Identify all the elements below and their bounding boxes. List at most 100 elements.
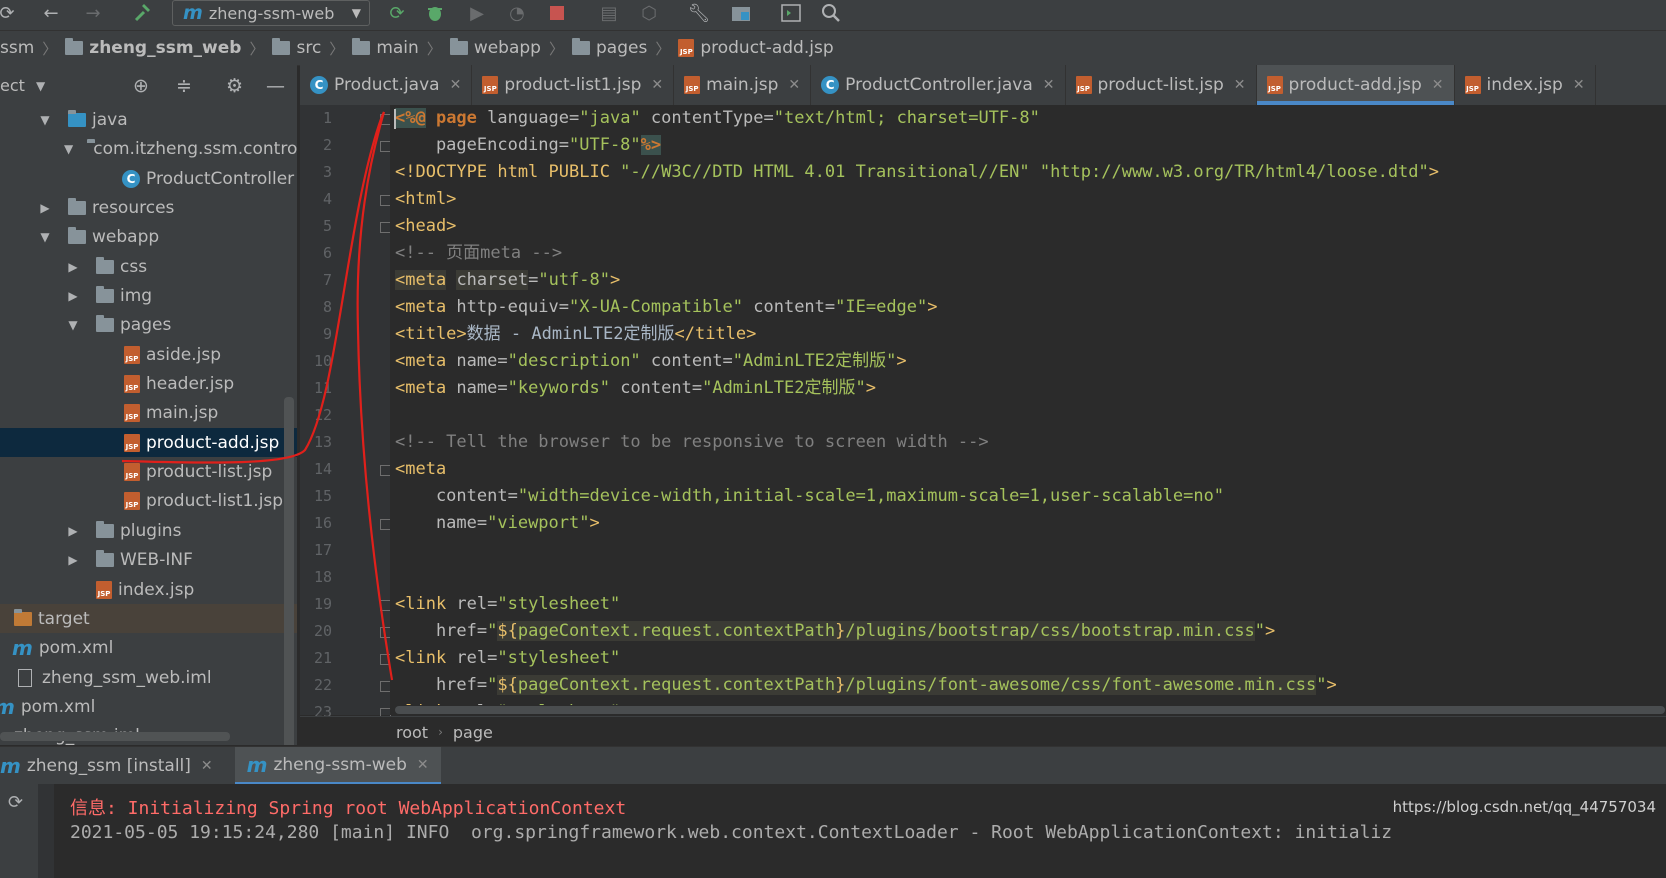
tree-item-resources[interactable]: ▶ resources: [0, 193, 297, 222]
line-number: 1: [322, 109, 332, 127]
close-icon[interactable]: ✕: [450, 77, 462, 93]
tab-productcontroller-java[interactable]: C ProductController.java ✕: [811, 65, 1066, 105]
profile-icon[interactable]: ◔: [506, 2, 528, 24]
tab-main-jsp[interactable]: JSP main.jsp ✕: [674, 65, 812, 105]
tree-item-productcontroller[interactable]: C ProductController: [0, 164, 297, 193]
project-structure-icon[interactable]: [730, 2, 752, 24]
breadcrumb-item[interactable]: page: [453, 723, 493, 742]
sync-icon[interactable]: ⟳: [0, 2, 15, 24]
crumb-project[interactable]: ssm 〉: [0, 38, 65, 59]
line-number: 17: [313, 541, 332, 559]
build-hammer-icon[interactable]: [132, 2, 154, 24]
crumb-file[interactable]: JSP product-add.jsp: [678, 38, 834, 58]
code-line: name="viewport">: [395, 510, 600, 537]
tab-product-add-jsp[interactable]: JSP product-add.jsp ✕: [1256, 65, 1455, 105]
close-icon[interactable]: ✕: [417, 757, 429, 773]
editor-hscrollbar[interactable]: [390, 705, 1666, 715]
tree-item-product-list-jsp[interactable]: JSP product-list.jsp: [0, 457, 297, 486]
triangle-collapsed-icon[interactable]: ▶: [36, 201, 54, 215]
tab-product-list-jsp[interactable]: JSP product-list.jsp ✕: [1066, 65, 1257, 105]
iml-file-icon: [18, 668, 32, 687]
tree-item-css[interactable]: ▶ css: [0, 252, 297, 281]
settings-wrench-icon[interactable]: 🔧︎: [688, 2, 711, 24]
close-icon[interactable]: ✕: [201, 758, 213, 774]
project-view-label[interactable]: ect: [0, 76, 25, 95]
crumb-main[interactable]: main 〉: [352, 38, 450, 59]
chevron-down-icon[interactable]: ▼: [36, 79, 45, 93]
run-config-label: zheng-ssm-web: [208, 3, 335, 23]
jsp-file-icon: JSP: [678, 39, 695, 57]
triangle-expanded-icon[interactable]: ▼: [36, 113, 54, 127]
code-line: <meta name="description" content="AdminL…: [395, 348, 907, 375]
tree-item-java[interactable]: ▼ java: [0, 105, 297, 134]
collapse-all-icon[interactable]: ≑: [176, 75, 192, 97]
triangle-expanded-icon[interactable]: ▼: [64, 318, 82, 332]
triangle-collapsed-icon[interactable]: ▶: [64, 289, 82, 303]
rerun-icon[interactable]: ⟳: [386, 2, 408, 24]
code-token: ": [487, 675, 498, 695]
tree-item-plugins[interactable]: ▶ plugins: [0, 516, 297, 545]
dump-icon[interactable]: ▤: [598, 2, 620, 24]
refresh-icon[interactable]: ⟳: [8, 792, 23, 813]
tree-item-index-jsp[interactable]: JSP index.jsp: [0, 575, 297, 604]
run-tab-label: zheng-ssm-web: [273, 754, 407, 775]
tree-item-pom-xml[interactable]: m pom.xml: [0, 633, 297, 662]
tree-item-web-inf[interactable]: ▶ WEB-INF: [0, 545, 297, 574]
close-icon[interactable]: ✕: [1234, 77, 1246, 93]
debug-bug-icon[interactable]: [424, 2, 446, 24]
search-icon[interactable]: [820, 2, 842, 24]
tab-product-list1-jsp[interactable]: JSP product-list1.jsp ✕: [472, 65, 675, 105]
tree-item-label: pom.xml: [38, 637, 114, 658]
coverage-icon[interactable]: ▶: [466, 2, 488, 24]
attach-icon[interactable]: ⬡: [638, 2, 660, 24]
tree-item-product-list1-jsp[interactable]: JSP product-list1.jsp: [0, 486, 297, 515]
triangle-collapsed-icon[interactable]: ▶: [64, 260, 82, 274]
run-tab-install[interactable]: m zheng_ssm [install] ✕: [0, 747, 225, 785]
tree-scrollbar[interactable]: [284, 397, 294, 745]
crumb-src[interactable]: src 〉: [272, 38, 352, 59]
close-icon[interactable]: ✕: [1043, 77, 1055, 93]
tree-item-target[interactable]: target: [0, 604, 297, 633]
terminal-icon[interactable]: [780, 2, 802, 24]
crumb-webapp[interactable]: webapp 〉: [449, 38, 572, 59]
tree-item-product-add-jsp[interactable]: JSP product-add.jsp: [0, 428, 297, 457]
forward-arrow-icon[interactable]: →: [80, 2, 106, 24]
editor-gutter[interactable]: 1 2 3 4 5 6 7 8 9 10 11 12 13 14 15 16 1…: [300, 105, 391, 721]
tab-product-java[interactable]: C Product.java ✕: [300, 65, 473, 105]
tree-item-img[interactable]: ▶ img: [0, 281, 297, 310]
triangle-collapsed-icon[interactable]: ▶: [64, 553, 82, 567]
tree-item-header-jsp[interactable]: JSP header.jsp: [0, 369, 297, 398]
triangle-collapsed-icon[interactable]: ▶: [64, 524, 82, 538]
code-line: content="width=device-width,initial-scal…: [395, 483, 1224, 510]
tree-item-aside-jsp[interactable]: JSP aside.jsp: [0, 340, 297, 369]
breadcrumb-item[interactable]: root: [396, 723, 428, 742]
code-token: >: [1428, 162, 1440, 182]
run-configuration-selector[interactable]: m zheng-ssm-web ▼: [172, 0, 370, 26]
tree-item-main-jsp[interactable]: JSP main.jsp: [0, 398, 297, 427]
minimize-icon[interactable]: —: [266, 75, 285, 97]
close-icon[interactable]: ✕: [1432, 77, 1444, 93]
close-icon[interactable]: ✕: [788, 77, 800, 93]
code-token: "AdminLTE2定制版": [732, 351, 897, 371]
triangle-expanded-icon[interactable]: ▼: [36, 230, 54, 244]
tree-hscrollbar[interactable]: [0, 732, 230, 741]
tree-item-root-pom-xml[interactable]: m pom.xml: [0, 692, 297, 721]
stop-icon[interactable]: [546, 2, 568, 24]
gear-icon[interactable]: ⚙: [226, 75, 243, 97]
tree-item-webapp[interactable]: ▼ webapp: [0, 222, 297, 251]
triangle-expanded-icon[interactable]: ▼: [64, 142, 73, 156]
tree-item-module-iml[interactable]: zheng_ssm_web.iml: [0, 663, 297, 692]
tree-item-package[interactable]: ▼ com.itzheng.ssm.contro: [0, 134, 297, 163]
code-editor[interactable]: <%@ page language="java" contentType="te…: [390, 105, 1666, 715]
crumb-module[interactable]: zheng_ssm_web 〉: [65, 38, 272, 59]
run-tab-zheng-ssm-web[interactable]: m zheng-ssm-web ✕: [234, 747, 441, 785]
back-arrow-icon[interactable]: ←: [38, 2, 64, 24]
close-icon[interactable]: ✕: [1573, 77, 1585, 93]
tree-item-pages[interactable]: ▼ pages: [0, 310, 297, 339]
code-token: >: [865, 378, 876, 398]
close-icon[interactable]: ✕: [651, 77, 663, 93]
scrollbar-thumb[interactable]: [395, 706, 1665, 714]
crumb-pages[interactable]: pages 〉: [571, 38, 678, 59]
tab-index-jsp[interactable]: JSP index.jsp ✕: [1455, 65, 1596, 105]
locate-crosshair-icon[interactable]: ⊕: [133, 75, 149, 97]
